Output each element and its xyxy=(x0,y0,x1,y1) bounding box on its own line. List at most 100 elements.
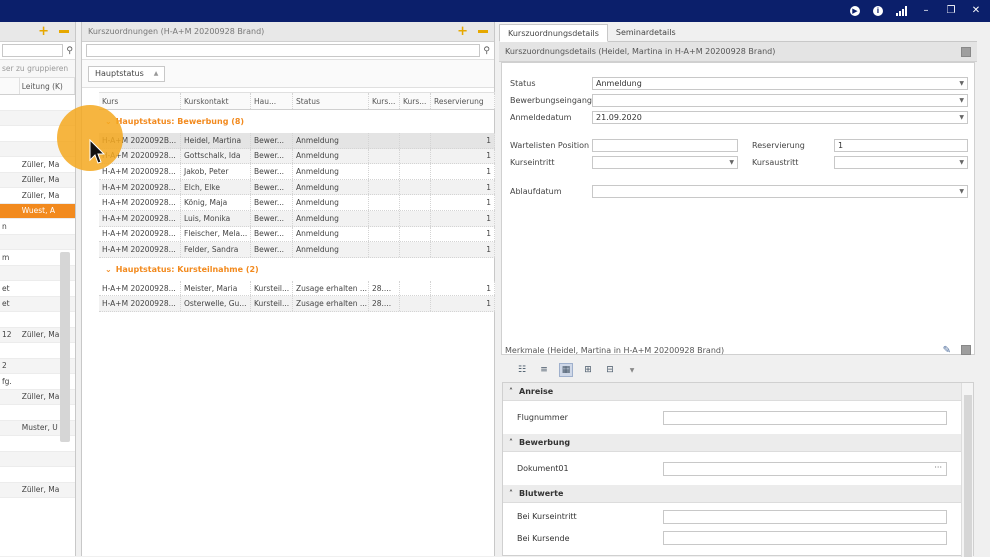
search-icon[interactable]: ⚲ xyxy=(483,46,490,56)
scroll-thumb[interactable] xyxy=(964,395,972,557)
table-row[interactable]: H-A+M 20200928... Elch, Elke Bewer... Anmel… xyxy=(99,179,495,196)
collapse-icon[interactable]: ˄ xyxy=(509,387,513,396)
table-row[interactable]: H-A+M 20200928... Meister, Maria Kursteil.… xyxy=(99,280,495,297)
restore-icon[interactable]: ❐ xyxy=(945,6,957,16)
mid-search-row: ⚲ xyxy=(82,42,494,60)
table-row[interactable]: H-A+M 20200928... Gottschalk, Ida Bewer...… xyxy=(99,148,495,165)
property-row-dokument01: Dokument01 ··· xyxy=(503,452,973,485)
status-select[interactable]: Anmeldung ▼ xyxy=(592,77,968,90)
remove-icon[interactable] xyxy=(478,30,488,33)
table-row[interactable]: H-A+M 20200928... Fleischer, Mela... Bewer… xyxy=(99,226,495,243)
bewerbungseingang-field[interactable]: ▼ xyxy=(592,94,968,107)
kurseintritt-field[interactable]: ▼ xyxy=(592,156,738,169)
chevron-down-icon[interactable]: ▼ xyxy=(625,363,639,377)
signal-icon[interactable] xyxy=(896,6,907,16)
category-blutwerte[interactable]: ˄ Blutwerte xyxy=(503,485,973,503)
table-cell xyxy=(0,157,20,172)
play-icon[interactable]: ▶ xyxy=(850,6,860,16)
table-cell: Kursteil... xyxy=(251,280,293,296)
column-header[interactable]: Kurskontakt xyxy=(181,93,251,109)
left-search-input[interactable] xyxy=(2,44,64,57)
tab-seminardetails[interactable]: Seminardetails xyxy=(608,23,684,41)
table-row[interactable]: H-A+M 20200928... König, Maja Bewer... Anme… xyxy=(99,195,495,211)
grid-view-icon[interactable]: ▦ xyxy=(559,363,573,377)
table-row[interactable]: Wuest, A xyxy=(0,203,75,219)
group-row-kursteilnahme[interactable]: ⌄ Hauptstatus: Kursteilnahme (2) xyxy=(99,258,495,281)
table-cell xyxy=(400,195,431,210)
chevron-down-icon[interactable]: ▼ xyxy=(959,159,964,166)
table-row[interactable]: H-A+M 20200928... Felder, Sandra Bewer... A… xyxy=(99,242,495,258)
sort-categories-icon[interactable]: ☷ xyxy=(515,363,529,377)
panel-toggle-icon[interactable] xyxy=(961,46,971,57)
chevron-down-icon[interactable]: ⌄ xyxy=(105,265,112,274)
right-scrollbar[interactable] xyxy=(979,22,990,556)
table-row[interactable] xyxy=(0,234,75,250)
grid-header: Kurs Kurskontakt Hau... Status Kurs... Kurs..… xyxy=(99,92,495,110)
table-row[interactable]: Züller, Ma xyxy=(0,482,75,498)
chevron-down-icon[interactable]: ▼ xyxy=(729,159,734,166)
add-icon[interactable]: + xyxy=(457,25,468,38)
add-icon[interactable]: + xyxy=(38,25,49,38)
column-header[interactable]: Reservierung xyxy=(431,93,495,109)
table-row[interactable]: Züller, Ma xyxy=(0,157,75,173)
minimize-icon[interactable]: – xyxy=(920,6,932,16)
property-scrollbar[interactable] xyxy=(961,383,973,557)
expand-all-icon[interactable]: ⊞ xyxy=(581,363,595,377)
mouse-cursor-icon xyxy=(89,139,105,164)
anmeldedatum-label: Anmeldedatum xyxy=(510,113,572,122)
edit-icon[interactable]: ✎ xyxy=(943,345,951,356)
column-header[interactable]: Kurs xyxy=(99,93,181,109)
browse-button[interactable]: ··· xyxy=(934,463,942,472)
close-icon[interactable]: ✕ xyxy=(970,6,982,16)
column-header[interactable]: Hau... xyxy=(251,93,293,109)
bei-kurseintritt-input[interactable] xyxy=(663,509,947,524)
category-bewerbung[interactable]: ˄ Bewerbung xyxy=(503,434,973,452)
column-header[interactable] xyxy=(0,78,20,94)
table-row[interactable]: n xyxy=(0,219,75,235)
column-header[interactable]: Kurs... xyxy=(400,93,431,109)
info-icon[interactable]: i xyxy=(873,6,883,16)
kurszuordnungen-panel: Kurszuordnungen (H-A+M 20200928 Brand) +… xyxy=(81,22,495,556)
panel-toggle-icon[interactable] xyxy=(961,345,971,355)
bei-kursende-input[interactable] xyxy=(663,531,947,545)
ablaufdatum-field[interactable]: ▼ xyxy=(592,185,968,198)
group-chip-hauptstatus[interactable]: Hauptstatus ▲ xyxy=(88,65,166,82)
chevron-down-icon[interactable]: ▼ xyxy=(959,80,964,87)
anmeldedatum-field[interactable]: 21.09.2020 ▼ xyxy=(592,111,968,124)
tab-kurszuordnungsdetails[interactable]: Kurszuordnungsdetails xyxy=(499,24,608,42)
table-cell: Bewer... xyxy=(251,148,293,164)
table-cell xyxy=(0,266,20,281)
mid-search-input[interactable] xyxy=(86,44,481,57)
table-row[interactable] xyxy=(0,95,75,111)
wartelisten-field[interactable] xyxy=(592,139,738,152)
collapse-icon[interactable]: ˄ xyxy=(509,489,513,498)
search-icon[interactable]: ⚲ xyxy=(66,46,73,56)
table-row[interactable]: H-A+M 20200928... Luis, Monika Bewer... Anm… xyxy=(99,210,495,227)
table-row[interactable] xyxy=(0,451,75,467)
column-header[interactable]: Kurs... xyxy=(369,93,400,109)
chevron-down-icon[interactable]: ▼ xyxy=(959,188,964,195)
chevron-down-icon[interactable]: ▼ xyxy=(959,114,964,121)
column-header[interactable]: Status xyxy=(293,93,369,109)
group-row-bewerbung[interactable]: ⌄ Hauptstatus: Bewerbung (8) xyxy=(99,110,495,133)
chevron-down-icon[interactable]: ▼ xyxy=(959,97,964,104)
sort-alphabetical-icon[interactable]: ≡ xyxy=(537,363,551,377)
table-row[interactable]: Züller, Ma xyxy=(0,172,75,188)
table-cell: H-A+M 20200928... xyxy=(99,296,181,311)
table-row[interactable]: H-A+M 20200928... Jakob, Peter Bewer... Anm… xyxy=(99,164,495,180)
table-row[interactable] xyxy=(0,467,75,483)
collapse-all-icon[interactable]: ⊟ xyxy=(603,363,617,377)
table-row[interactable]: H-A+M 20200928... Osterwelle, Gu... Kurste… xyxy=(99,296,495,312)
remove-icon[interactable] xyxy=(59,30,69,33)
category-anreise[interactable]: ˄ Anreise xyxy=(503,383,973,401)
column-header-leitung[interactable]: Leitung (K) xyxy=(20,78,75,94)
left-scrollbar[interactable] xyxy=(60,252,70,442)
dokument01-input[interactable]: ··· xyxy=(663,461,947,476)
table-row[interactable]: Züller, Ma xyxy=(0,188,75,204)
collapse-icon[interactable]: ˄ xyxy=(509,438,513,447)
flugnummer-input[interactable] xyxy=(663,410,947,425)
table-row[interactable]: H-A+M 2020092B... Heidel, Martina Bewer...… xyxy=(99,133,495,149)
reservierung-field[interactable]: 1 xyxy=(834,139,968,152)
table-cell: Anmeldung xyxy=(293,148,369,164)
kursaustritt-field[interactable]: ▼ xyxy=(834,156,968,169)
